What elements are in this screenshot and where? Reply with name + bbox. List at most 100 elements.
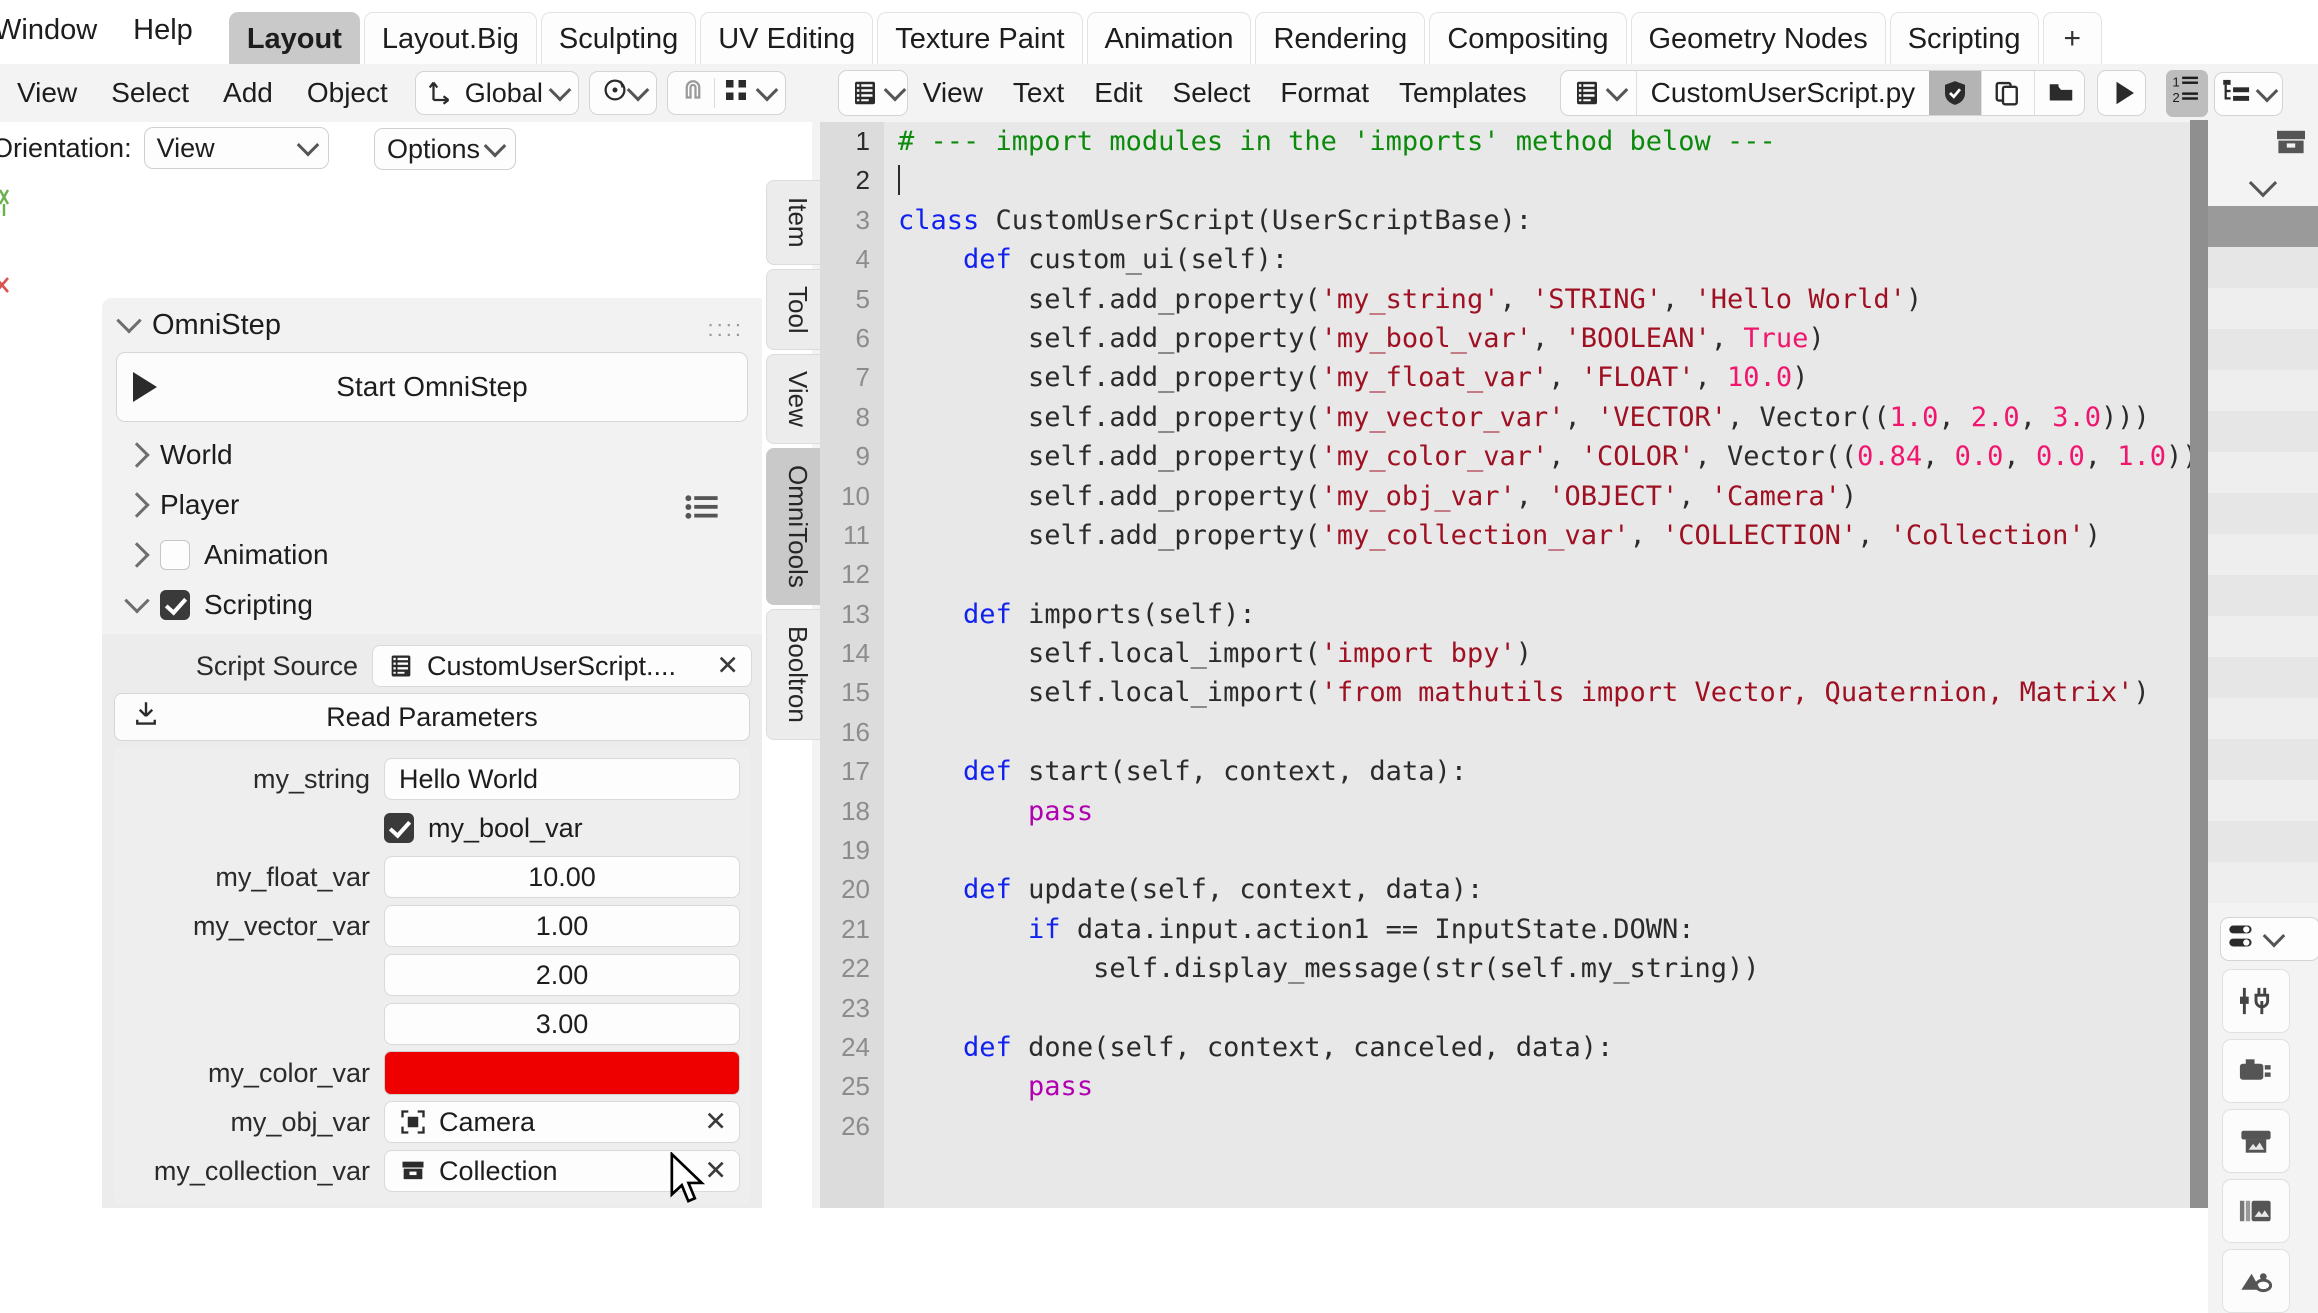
- workspace-tab-rendering[interactable]: Rendering: [1255, 12, 1426, 64]
- outliner-row[interactable]: [2208, 575, 2318, 616]
- checkbox-scripting[interactable]: [160, 590, 190, 620]
- orientation-select[interactable]: View: [143, 127, 329, 169]
- editor-menu-format[interactable]: Format: [1265, 77, 1384, 109]
- panel-grip-icon[interactable]: ::::: [708, 316, 744, 342]
- text-datablock-selector[interactable]: CustomUserScript.py: [1559, 70, 2086, 116]
- properties-tab-view-layer[interactable]: [2222, 1179, 2290, 1243]
- chevron-down-icon[interactable]: [124, 588, 150, 614]
- clear-field-icon[interactable]: ✕: [704, 1107, 727, 1138]
- outliner-row[interactable]: [2208, 370, 2318, 411]
- add-workspace-tab[interactable]: +: [2042, 12, 2103, 64]
- sidebar-tab-item[interactable]: Item: [766, 180, 820, 265]
- editor-type-selector[interactable]: [838, 70, 908, 116]
- sidebar-tab-booltron[interactable]: Booltron: [766, 609, 820, 740]
- new-text-icon[interactable]: [1982, 71, 2036, 115]
- properties-tab-output[interactable]: [2222, 1109, 2290, 1173]
- workspace-tab-sculpting[interactable]: Sculpting: [540, 12, 697, 64]
- editor-menu-view[interactable]: View: [908, 77, 998, 109]
- outliner-row[interactable]: [2208, 534, 2318, 575]
- viewport-menu-object[interactable]: Object: [289, 72, 405, 114]
- clear-field-icon[interactable]: ✕: [704, 1156, 727, 1187]
- tree-row-animation[interactable]: Animation: [102, 530, 762, 580]
- read-parameters-button[interactable]: Read Parameters: [114, 693, 750, 741]
- chevron-right-icon[interactable]: [124, 492, 150, 518]
- outliner-row[interactable]: [2208, 411, 2318, 452]
- outliner-row[interactable]: [2208, 247, 2318, 288]
- outliner-row[interactable]: [2208, 821, 2318, 862]
- tree-row-scripting[interactable]: Scripting: [102, 580, 762, 630]
- workspace-tab-compositing[interactable]: Compositing: [1429, 12, 1627, 64]
- outliner-row[interactable]: [2208, 288, 2318, 329]
- outliner-expand-row[interactable]: [2208, 166, 2318, 206]
- workspace-tab-layout-big[interactable]: Layout.Big: [363, 12, 537, 64]
- viewport-menu-add[interactable]: Add: [206, 72, 290, 114]
- workspace-tab-layout[interactable]: Layout: [228, 12, 360, 64]
- shield-register-icon[interactable]: [1929, 71, 1983, 115]
- run-script-button[interactable]: [2097, 70, 2147, 116]
- editor-type-icon[interactable]: [839, 71, 907, 115]
- chevron-down-icon[interactable]: [116, 308, 142, 334]
- checkbox-animation[interactable]: [160, 540, 190, 570]
- sidebar-tab-omnitools[interactable]: OmniTools: [766, 448, 820, 605]
- properties-tab-render[interactable]: [2222, 1039, 2290, 1103]
- clear-script-source-icon[interactable]: ✕: [716, 651, 739, 682]
- workspace-tab-texture-paint[interactable]: Texture Paint: [877, 12, 1083, 64]
- viewport-menu-select[interactable]: Select: [94, 72, 207, 114]
- outliner-row[interactable]: [2208, 616, 2318, 657]
- outliner-row[interactable]: [2208, 780, 2318, 821]
- code-text[interactable]: 1 # --- import modules in the 'imports' m…: [820, 122, 2208, 1146]
- workspace-tab-scripting[interactable]: Scripting: [1889, 12, 2039, 64]
- collection-icon[interactable]: [2274, 128, 2308, 163]
- workspace-tab-uv-editing[interactable]: UV Editing: [700, 12, 874, 64]
- chevron-right-icon[interactable]: [124, 542, 150, 568]
- transform-orientation-dropdown[interactable]: Global: [414, 71, 579, 115]
- param-field-my_vector_var-1[interactable]: 2.00: [384, 954, 740, 996]
- param-field-my_obj_var[interactable]: Camera ✕: [384, 1101, 740, 1143]
- chevron-right-icon[interactable]: [124, 442, 150, 468]
- properties-tab-tool[interactable]: [2222, 969, 2290, 1033]
- snap-magnet-icon[interactable]: [678, 75, 708, 112]
- param-field-my_vector_var-2[interactable]: 3.00: [384, 1003, 740, 1045]
- area-separator[interactable]: [2190, 120, 2208, 1208]
- menu-help[interactable]: Help: [115, 0, 211, 47]
- param-field-my_collection_var[interactable]: Collection ✕: [384, 1150, 740, 1192]
- outliner-row[interactable]: [2208, 493, 2318, 534]
- text-datablock-browse-icon[interactable]: [1561, 71, 1637, 115]
- open-text-icon[interactable]: [2035, 71, 2084, 115]
- param-field-my_string[interactable]: Hello World: [384, 758, 740, 800]
- editor-menu-templates[interactable]: Templates: [1384, 77, 1542, 109]
- editor-menu-text[interactable]: Text: [998, 77, 1079, 109]
- editor-menu-select[interactable]: Select: [1158, 77, 1266, 109]
- options-dropdown[interactable]: Options: [374, 128, 516, 170]
- workspace-tab-geometry-nodes[interactable]: Geometry Nodes: [1630, 12, 1886, 64]
- omnistep-panel-header[interactable]: OmniStep ::::: [102, 298, 762, 352]
- outliner-row[interactable]: [2208, 329, 2318, 370]
- param-field-my_float_var[interactable]: 10.00: [384, 856, 740, 898]
- sidebar-tab-view[interactable]: View: [766, 354, 820, 445]
- tree-row-world[interactable]: World: [102, 430, 762, 480]
- viewport-menu-view[interactable]: View: [0, 72, 95, 114]
- pivot-point-dropdown[interactable]: [588, 71, 657, 115]
- properties-tab-scene[interactable]: [2222, 1249, 2290, 1313]
- snap-grid-icon[interactable]: [721, 75, 751, 112]
- color-swatch-my-color-var[interactable]: [384, 1051, 740, 1095]
- line-numbers-toggle[interactable]: 12: [2166, 69, 2209, 117]
- sidebar-tab-tool[interactable]: Tool: [766, 268, 820, 351]
- code-area[interactable]: 1 # --- import modules in the 'imports' m…: [820, 122, 2208, 1208]
- preset-list-icon[interactable]: [684, 492, 718, 519]
- properties-editor-selector[interactable]: [2220, 917, 2318, 961]
- checkbox-my-bool-var[interactable]: [384, 813, 414, 843]
- script-filename[interactable]: CustomUserScript.py: [1637, 77, 1930, 109]
- outliner-row[interactable]: [2208, 206, 2318, 247]
- tree-row-player[interactable]: Player: [102, 480, 762, 530]
- outliner-row[interactable]: [2208, 862, 2318, 903]
- param-field-my_vector_var-0[interactable]: 1.00: [384, 905, 740, 947]
- outliner-row[interactable]: [2208, 739, 2318, 780]
- menu-window[interactable]: Window: [0, 0, 115, 47]
- start-omnistep-button[interactable]: Start OmniStep: [116, 352, 748, 422]
- editor-menu-edit[interactable]: Edit: [1079, 77, 1157, 109]
- outliner-row[interactable]: [2208, 452, 2318, 493]
- script-source-field[interactable]: CustomUserScript.... ✕: [372, 645, 752, 687]
- outliner-editor-selector[interactable]: [2214, 72, 2283, 116]
- snap-controls[interactable]: [666, 71, 786, 115]
